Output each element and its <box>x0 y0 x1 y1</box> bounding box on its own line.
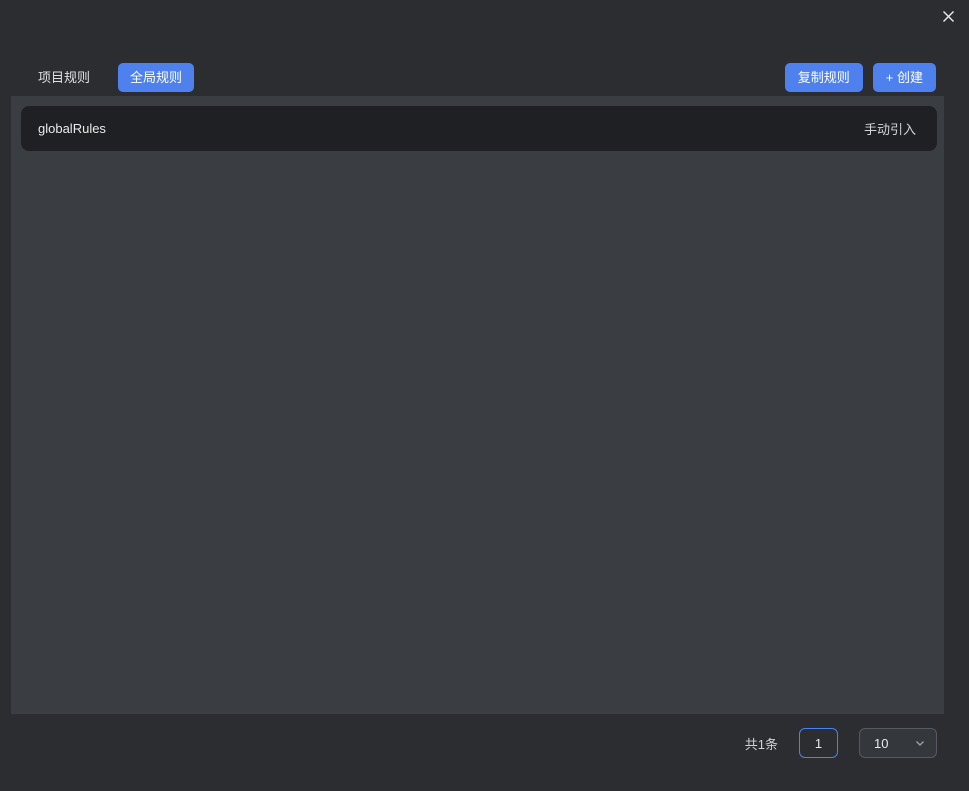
rules-list-panel: globalRules 手动引入 <box>11 96 944 714</box>
copy-rules-button[interactable]: 复制规则 <box>785 63 863 92</box>
page-number-value: 1 <box>815 736 822 751</box>
page-number-button[interactable]: 1 <box>799 728 838 758</box>
tab-global-rules[interactable]: 全局规则 <box>118 63 194 92</box>
close-button[interactable] <box>938 6 958 26</box>
header: 项目规则 全局规则 复制规则 + 创建 <box>38 62 936 92</box>
pagination-bar: 共1条 1 10 <box>745 728 937 758</box>
total-count-label: 共1条 <box>745 734 778 753</box>
rule-name: globalRules <box>38 121 106 136</box>
rule-import-type-badge: 手动引入 <box>864 119 916 138</box>
tab-project-rules[interactable]: 项目规则 <box>38 63 90 92</box>
rule-list-item[interactable]: globalRules 手动引入 <box>21 106 937 151</box>
create-button[interactable]: + 创建 <box>873 63 936 92</box>
page-size-value: 10 <box>874 736 888 751</box>
close-icon <box>942 10 955 23</box>
page-size-select[interactable]: 10 <box>859 728 937 758</box>
chevron-down-icon <box>914 737 926 749</box>
